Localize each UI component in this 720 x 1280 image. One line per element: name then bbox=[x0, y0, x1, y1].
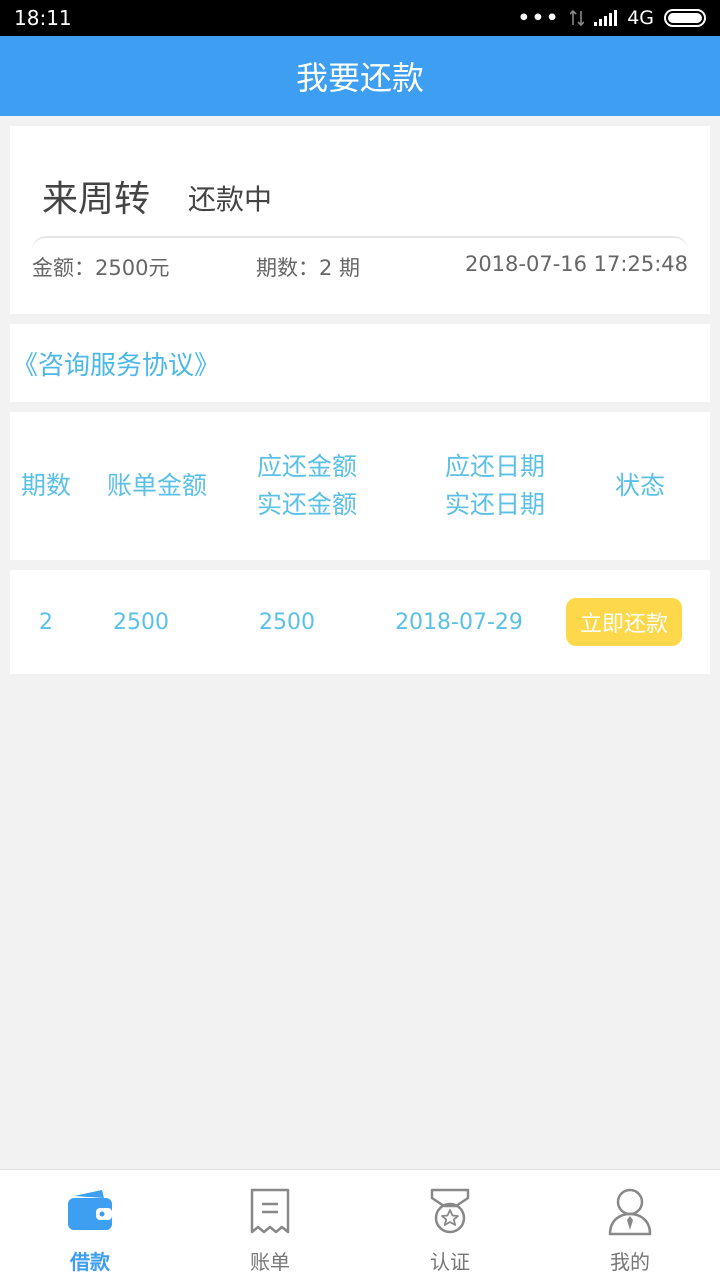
row-period-value: 2 bbox=[39, 609, 53, 635]
header-period-label: 期数 bbox=[20, 471, 71, 500]
signal-strength-icon bbox=[594, 10, 618, 26]
row-due-amount: 2500 bbox=[212, 570, 362, 674]
row-due-amount-value: 2500 bbox=[259, 609, 315, 635]
page-title: 我要还款 bbox=[295, 59, 424, 97]
header-amounts: 应还金额 实还金额 bbox=[232, 412, 382, 560]
header-paid-date-label: 实还日期 bbox=[444, 490, 545, 519]
tab-bills-label: 账单 bbox=[250, 1250, 290, 1274]
loan-summary-card: 来周转 还款中 金额：2500元 期数：2 期 2018-07-16 17:25… bbox=[10, 126, 710, 314]
tab-loan-label: 借款 bbox=[70, 1250, 110, 1274]
header-paid-amount-label: 实还金额 bbox=[256, 490, 357, 519]
row-due-date-value: 2018-07-29 bbox=[395, 609, 523, 635]
header-due-amount-label: 应还金额 bbox=[256, 452, 357, 481]
loan-product-name: 来周转 bbox=[42, 179, 151, 220]
tab-profile[interactable]: 我的 bbox=[540, 1170, 720, 1280]
row-due-date: 2018-07-29 bbox=[374, 570, 544, 674]
loan-divider bbox=[32, 236, 688, 250]
row-action: 立即还款 bbox=[560, 570, 688, 674]
header-bill-amount-label: 账单金额 bbox=[106, 471, 207, 500]
header-period: 期数 bbox=[10, 412, 82, 560]
header-status-label: 状态 bbox=[614, 471, 665, 500]
pay-now-button[interactable]: 立即还款 bbox=[566, 598, 682, 646]
battery-icon bbox=[664, 9, 706, 27]
badge-icon bbox=[430, 1188, 470, 1234]
wallet-icon bbox=[68, 1190, 112, 1230]
repayment-table-header: 期数 账单金额 应还金额 实还金额 应还日期 实还日期 状态 bbox=[10, 412, 710, 560]
receipt-icon bbox=[250, 1188, 290, 1234]
loan-status: 还款中 bbox=[188, 183, 273, 216]
user-icon bbox=[608, 1188, 652, 1236]
loan-datetime: 2018-07-16 17:25:48 bbox=[464, 252, 688, 276]
data-transfer-icon bbox=[570, 9, 585, 27]
loan-amount: 金额：2500元 bbox=[32, 256, 170, 280]
network-type: 4G bbox=[627, 7, 654, 29]
bottom-tab-bar: 借款 账单 认证 我的 bbox=[0, 1169, 720, 1280]
status-time: 18:11 bbox=[14, 6, 72, 30]
status-indicators: ••• 4G bbox=[518, 7, 706, 29]
notification-dots-icon: ••• bbox=[517, 7, 561, 29]
agreement-link[interactable]: 《咨询服务协议》 bbox=[10, 345, 220, 382]
tab-bills[interactable]: 账单 bbox=[180, 1170, 360, 1280]
tab-verify[interactable]: 认证 bbox=[360, 1170, 540, 1280]
row-bill-amount-value: 2500 bbox=[113, 609, 169, 635]
header-due-date-label: 应还日期 bbox=[444, 452, 545, 481]
tab-profile-label: 我的 bbox=[610, 1250, 650, 1274]
tab-loan[interactable]: 借款 bbox=[0, 1170, 180, 1280]
page-header: 我要还款 bbox=[0, 36, 720, 116]
table-row: 2 2500 2500 2018-07-29 立即还款 bbox=[10, 570, 710, 674]
row-bill-amount: 2500 bbox=[66, 570, 216, 674]
header-status: 状态 bbox=[565, 412, 715, 560]
status-bar: 18:11 ••• 4G bbox=[0, 0, 720, 36]
agreement-card: 《咨询服务协议》 bbox=[10, 324, 710, 402]
tab-verify-label: 认证 bbox=[430, 1250, 470, 1274]
header-bill-amount: 账单金额 bbox=[82, 412, 232, 560]
loan-periods: 期数：2 期 bbox=[256, 256, 361, 280]
